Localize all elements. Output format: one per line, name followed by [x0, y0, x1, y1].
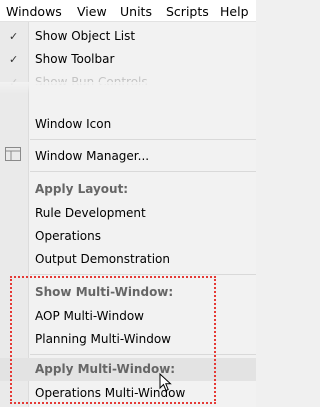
- menu-item-show-toolbar[interactable]: ✓ Show Toolbar: [0, 48, 256, 71]
- menu-separator: [30, 274, 256, 275]
- menu-help[interactable]: Help: [220, 4, 249, 19]
- layout-item-operations[interactable]: Operations: [0, 225, 256, 248]
- scroll-fade: [0, 82, 256, 94]
- menu-view[interactable]: View: [77, 4, 107, 19]
- menu-units[interactable]: Units: [120, 4, 152, 19]
- apply-multi-window-header: Apply Multi-Window:: [0, 358, 256, 381]
- layout-item-rule-development[interactable]: Rule Development: [0, 202, 256, 225]
- menu-windows[interactable]: Windows: [6, 4, 62, 19]
- menu-scripts[interactable]: Scripts: [166, 4, 209, 19]
- menu-separator: [30, 354, 256, 355]
- multi-window-item-planning[interactable]: Planning Multi-Window: [0, 328, 256, 351]
- show-multi-window-header: Show Multi-Window:: [35, 285, 174, 299]
- check-icon: ✓: [9, 53, 19, 66]
- menu-item-window-icon[interactable]: Window Icon: [0, 113, 256, 136]
- menu-item-show-object-list[interactable]: ✓ Show Object List: [0, 25, 256, 48]
- multi-window-item-aop[interactable]: AOP Multi-Window: [0, 305, 256, 328]
- apply-layout-header: Apply Layout:: [35, 182, 129, 196]
- apply-multi-window-item-operations[interactable]: Operations Multi-Window: [0, 382, 256, 405]
- windows-dropdown-menu: ✓ Show Object List ✓ Show Toolbar ✓ Show…: [0, 22, 256, 407]
- menu-item-window-manager[interactable]: Window Manager...: [0, 145, 256, 168]
- menu-bar: Windows View Units Scripts Help: [0, 0, 256, 22]
- check-icon: ✓: [9, 30, 19, 43]
- menu-separator: [30, 171, 256, 172]
- mouse-pointer-icon: [159, 373, 172, 392]
- layout-item-output-demonstration[interactable]: Output Demonstration: [0, 248, 256, 271]
- menu-separator: [30, 139, 256, 140]
